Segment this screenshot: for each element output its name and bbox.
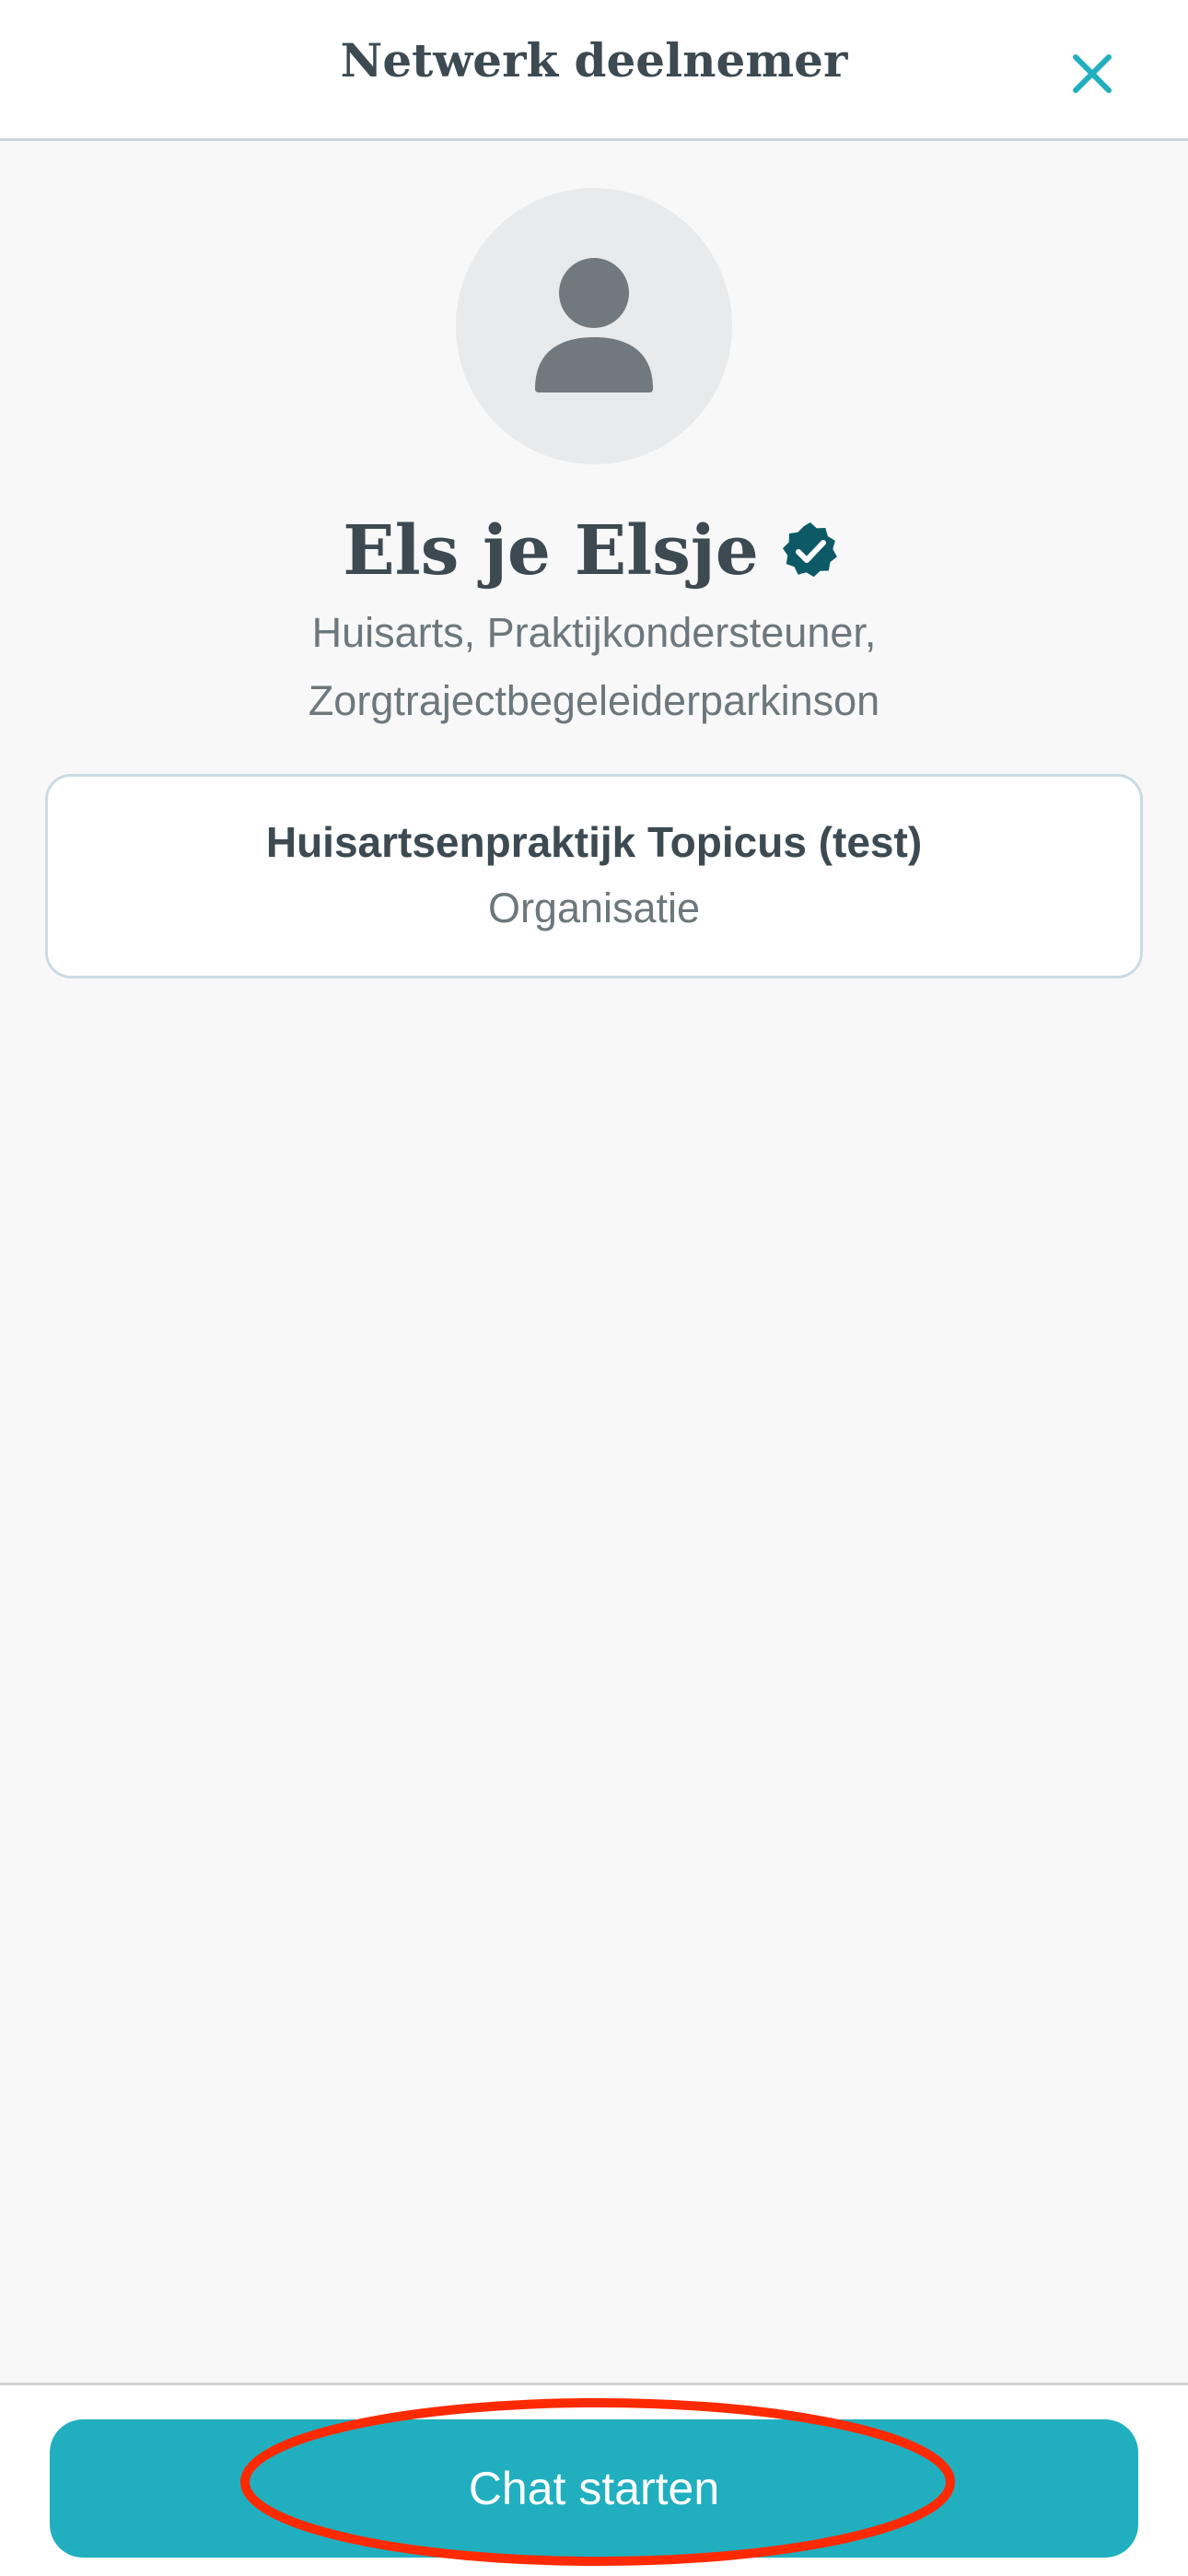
person-icon [535, 258, 653, 392]
page-title: Netwerk deelnemer [340, 33, 848, 88]
roles-line-2: Zorgtrajectbegeleiderparkinson [308, 677, 880, 724]
verified-badge-icon [782, 521, 837, 578]
header-bar: Netwerk deelnemer [0, 0, 1188, 141]
close-icon [1073, 54, 1112, 93]
roles-line-1: Huisarts, Praktijkondersteuner, [311, 609, 877, 656]
close-button[interactable] [1065, 46, 1120, 101]
participant-roles: Huisarts, Praktijkondersteuner, Zorgtraj… [92, 599, 1096, 735]
participant-name-row: Els je Elsje [0, 505, 1188, 597]
participant-name: Els je Elsje [343, 511, 759, 591]
organization-type: Organisatie [487, 884, 701, 931]
start-chat-button[interactable]: Chat starten [50, 2419, 1138, 2558]
organization-card[interactable]: Huisartsenpraktijk Topicus (test) Organi… [45, 774, 1143, 978]
avatar [456, 188, 732, 464]
organization-name: Huisartsenpraktijk Topicus (test) [265, 818, 923, 866]
